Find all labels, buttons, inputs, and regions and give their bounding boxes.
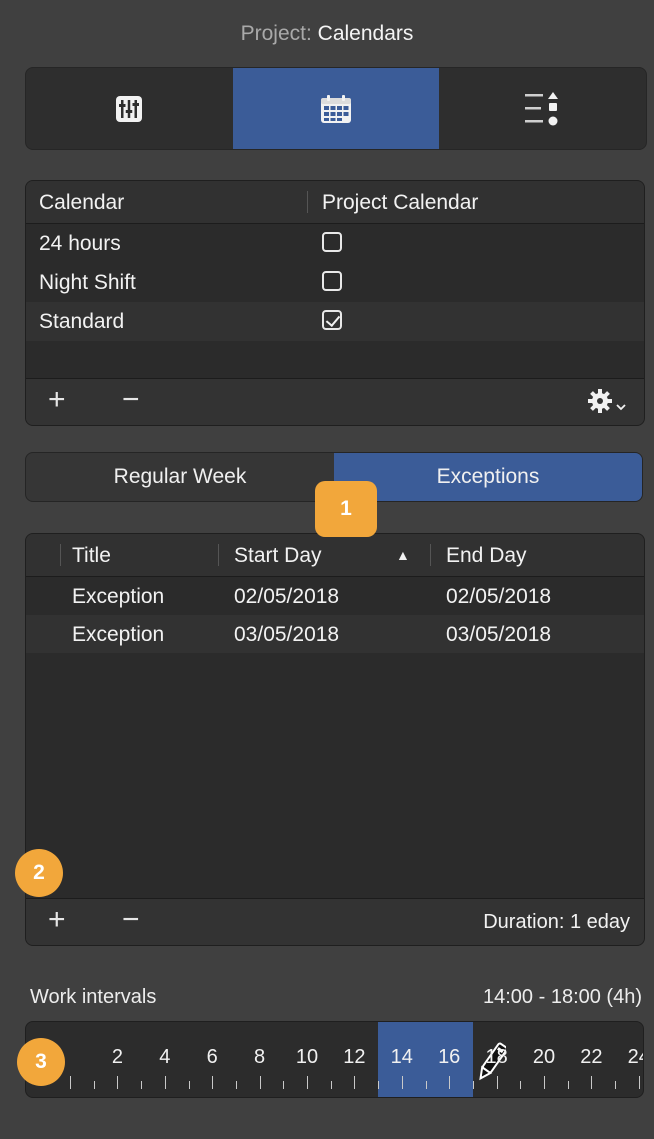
table-row[interactable]: 24 hours <box>26 224 644 263</box>
hour-tick <box>283 1081 285 1089</box>
project-calendar-checkbox[interactable] <box>322 232 342 252</box>
remove-exception-button[interactable]: − <box>122 905 140 935</box>
column-header-calendar[interactable]: Calendar <box>39 191 124 215</box>
calendar-icon <box>321 94 351 123</box>
hour-label: 10 <box>295 1046 319 1068</box>
hour-tick <box>425 1081 427 1089</box>
gear-menu-button[interactable] <box>586 388 630 421</box>
hour-tick <box>354 1076 356 1089</box>
exception-start-day: 03/05/2018 <box>234 623 340 646</box>
sort-ascending-icon: ▲ <box>396 547 410 563</box>
table-header: Title Start Day ▲ End Day <box>26 534 644 577</box>
work-intervals-label: Work intervals <box>30 986 157 1008</box>
column-divider[interactable] <box>218 544 219 566</box>
title-value: Calendars <box>317 22 414 45</box>
column-header-project-calendar[interactable]: Project Calendar <box>322 191 478 215</box>
hour-label: 6 <box>206 1046 218 1068</box>
project-calendar-checkbox[interactable] <box>322 310 342 330</box>
hour-tick <box>93 1081 95 1089</box>
exception-title: Exception <box>72 623 165 646</box>
hour-tick <box>472 1081 474 1089</box>
column-divider[interactable] <box>307 191 308 213</box>
callout-badge-2: 2 <box>15 849 63 897</box>
sort-list-icon <box>524 91 558 125</box>
hour-label: 12 <box>343 1046 366 1068</box>
column-divider[interactable] <box>430 544 431 566</box>
calendar-name: Standard <box>39 310 125 333</box>
duration-label: Duration: 1 eday <box>483 911 630 933</box>
title-label: Project: <box>240 22 312 45</box>
exception-start-day: 02/05/2018 <box>234 585 340 608</box>
hour-tick <box>520 1081 522 1089</box>
hour-tick <box>117 1076 119 1089</box>
hour-label: 22 <box>580 1046 603 1068</box>
tab-exceptions[interactable]: Exceptions <box>334 453 642 501</box>
hour-label: 14 <box>390 1046 413 1068</box>
calendar-table: Calendar Project Calendar 24 hours Night… <box>25 180 645 426</box>
hour-tick <box>567 1081 569 1089</box>
hour-label: 20 <box>532 1046 556 1068</box>
hour-tick <box>544 1076 545 1089</box>
sliders-icon <box>116 95 143 122</box>
hour-tick <box>638 1076 640 1089</box>
panel-title: Project: Calendars <box>0 22 654 46</box>
work-intervals-ruler[interactable]: 24681012141618202224 <box>25 1021 644 1098</box>
hour-label: 4 <box>159 1046 171 1068</box>
hour-label: 2 <box>111 1046 123 1068</box>
hour-tick <box>591 1076 593 1089</box>
exceptions-table: Title Start Day ▲ End Day Exception 02/0… <box>25 533 645 946</box>
remove-calendar-button[interactable]: − <box>122 385 140 415</box>
hour-tick <box>378 1081 380 1089</box>
exception-title: Exception <box>72 585 165 608</box>
table-row[interactable]: Standard <box>26 302 644 341</box>
work-interval-range: 14:00 - 18:00 (4h) <box>483 986 642 1008</box>
calendar-toolbar: + − <box>26 378 644 425</box>
column-header-start-day[interactable]: Start Day <box>234 544 322 568</box>
hour-tick <box>259 1076 261 1089</box>
exception-end-day: 03/05/2018 <box>446 623 552 646</box>
inspector-tabs <box>25 67 647 150</box>
exceptions-toolbar: + − Duration: 1 eday <box>26 898 644 945</box>
tab-project-settings[interactable] <box>26 68 233 149</box>
hour-tick <box>449 1076 451 1089</box>
exception-end-day: 02/05/2018 <box>446 585 552 608</box>
column-header-end-day[interactable]: End Day <box>446 544 527 568</box>
hour-tick <box>141 1081 143 1089</box>
hour-tick <box>496 1076 498 1089</box>
hour-label: 18 <box>485 1046 508 1068</box>
callout-badge-1: 1 <box>315 481 377 537</box>
hour-tick <box>307 1076 308 1089</box>
table-row[interactable]: Exception 03/05/2018 03/05/2018 <box>26 615 644 653</box>
hour-tick <box>188 1081 190 1089</box>
add-calendar-button[interactable]: + <box>48 385 66 415</box>
hour-tick <box>615 1081 617 1089</box>
column-divider[interactable] <box>60 544 61 566</box>
callout-badge-3: 3 <box>17 1038 65 1086</box>
hour-tick <box>330 1081 332 1089</box>
hour-label: 16 <box>438 1046 461 1068</box>
table-row[interactable]: Exception 02/05/2018 02/05/2018 <box>26 577 644 615</box>
hour-tick <box>70 1076 71 1089</box>
calendar-name: 24 hours <box>39 232 121 255</box>
add-exception-button[interactable]: + <box>48 905 66 935</box>
table-header: Calendar Project Calendar <box>26 181 644 224</box>
hour-tick <box>401 1076 403 1089</box>
tab-calendars[interactable] <box>232 68 440 149</box>
tab-sort-list[interactable] <box>439 68 646 149</box>
hour-tick <box>212 1076 214 1089</box>
column-header-title[interactable]: Title <box>72 544 111 568</box>
gear-menu-icon <box>588 389 626 413</box>
calendar-name: Night Shift <box>39 271 136 294</box>
hour-tick <box>164 1076 166 1089</box>
hour-tick <box>235 1081 237 1089</box>
table-row[interactable]: Night Shift <box>26 263 644 302</box>
project-calendar-checkbox[interactable] <box>322 271 342 291</box>
hour-label: 8 <box>254 1046 266 1068</box>
hour-label: 24 <box>627 1046 643 1068</box>
tab-regular-week[interactable]: Regular Week <box>26 453 334 501</box>
